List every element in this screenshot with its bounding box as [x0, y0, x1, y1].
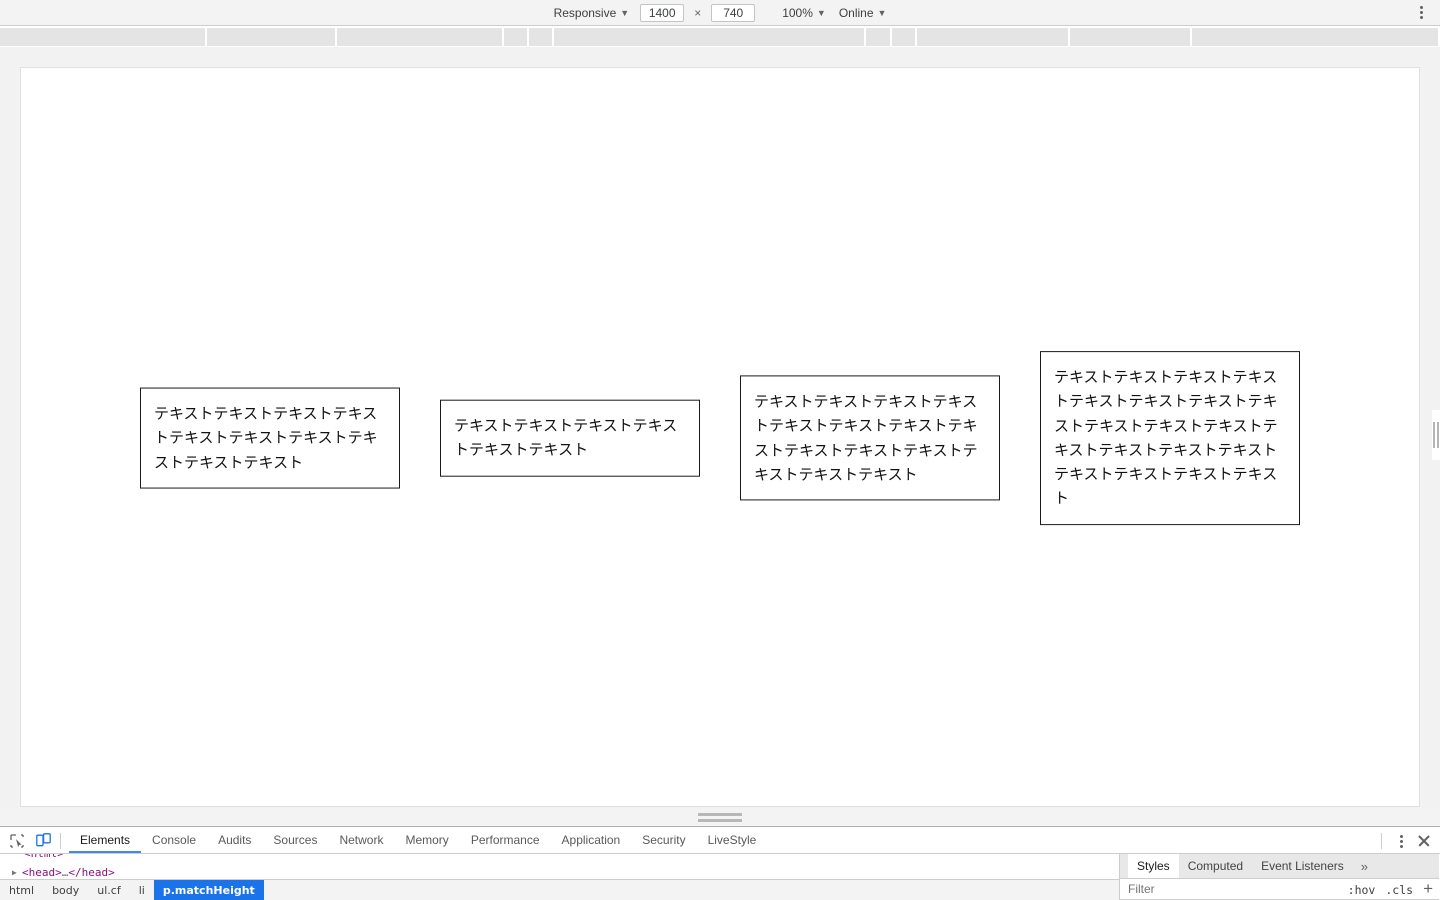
tab-event-listeners[interactable]: Event Listeners — [1252, 854, 1353, 878]
toggle-element-state-button[interactable]: :hov — [1348, 883, 1376, 897]
disclosure-triangle-icon[interactable]: ▶ — [12, 866, 22, 880]
close-icon[interactable] — [1414, 831, 1434, 851]
tab-performance[interactable]: Performance — [460, 828, 551, 853]
device-preset-label: Responsive — [553, 5, 617, 20]
styles-filter-actions: :hov .cls + — [1348, 879, 1433, 900]
breadcrumb-item-li[interactable]: li — [130, 880, 154, 900]
dom-tag-html: <html> — [24, 854, 64, 860]
chevron-down-icon: ▼ — [620, 8, 630, 18]
tab-styles[interactable]: Styles — [1128, 854, 1179, 878]
list-item: テキストテキストテキストテキストテキストテキストテキストテキストテキストテキスト — [140, 387, 400, 489]
ruler-segment[interactable] — [892, 28, 917, 46]
tab-network[interactable]: Network — [328, 828, 394, 853]
devtools-tabbar: Elements Console Audits Sources Network … — [0, 828, 1440, 854]
dom-node-html[interactable]: <html> — [0, 854, 64, 861]
tab-security[interactable]: Security — [631, 828, 696, 853]
breadcrumb-item-p-matchheight[interactable]: p.matchHeight — [153, 880, 264, 900]
ruler-segment[interactable] — [207, 28, 337, 46]
ruler-segment[interactable] — [504, 28, 529, 46]
ruler-segment[interactable] — [0, 28, 207, 46]
devtools-menu-icon[interactable] — [1392, 831, 1410, 851]
styles-sidebar-pane: Styles Computed Event Listeners » :hov .… — [1120, 854, 1439, 900]
throttling-label: Online — [838, 5, 874, 20]
ruler-segment[interactable] — [337, 28, 504, 46]
dom-tag-head-close: </head> — [68, 866, 115, 879]
list-item: テキストテキストテキストテキストテキストテキストテキストテキストテキストテキスト… — [740, 375, 1000, 501]
drag-handle-icon — [698, 813, 742, 822]
match-height-paragraph: テキストテキストテキストテキストテキストテキスト — [440, 399, 700, 477]
viewport-width-input[interactable] — [640, 3, 685, 22]
dimension-separator: × — [694, 5, 702, 20]
ruler-segment[interactable] — [1192, 28, 1438, 46]
styles-filter-bar: :hov .cls + — [1120, 879, 1439, 900]
viewport-height-input[interactable] — [711, 3, 756, 22]
device-preset-dropdown[interactable]: Responsive ▼ — [552, 5, 632, 21]
breadcrumb: html body ul.cf li p.matchHeight — [0, 879, 1119, 900]
match-height-paragraph: テキストテキストテキストテキストテキストテキストテキストテキストテキストテキスト — [140, 387, 400, 489]
device-toolbar-controls: Responsive ▼ × 100% ▼ Online ▼ — [0, 3, 1440, 22]
ruler-segment[interactable] — [529, 28, 554, 46]
match-height-paragraph: テキストテキストテキストテキストテキストテキストテキストテキストテキストテキスト… — [1040, 351, 1300, 525]
tab-console[interactable]: Console — [141, 828, 207, 853]
inspect-element-icon[interactable] — [4, 829, 30, 853]
new-style-rule-button[interactable]: + — [1423, 880, 1433, 897]
toolbar-divider — [1381, 833, 1382, 849]
list-item: テキストテキストテキストテキストテキストテキストテキストテキストテキストテキスト… — [1040, 351, 1300, 525]
rendered-page-frame: テキストテキストテキストテキストテキストテキストテキストテキストテキストテキスト… — [20, 67, 1420, 807]
tab-audits[interactable]: Audits — [207, 828, 262, 853]
styles-sidebar-tabbar: Styles Computed Event Listeners » — [1120, 854, 1439, 879]
ruler-segment[interactable] — [554, 28, 866, 46]
dom-tree-pane[interactable]: <html> ▶<head>…</head> html body ul.cf l… — [0, 854, 1120, 900]
device-toolbar-menu-icon[interactable] — [1413, 5, 1429, 21]
devtools-body: <html> ▶<head>…</head> html body ul.cf l… — [0, 854, 1440, 900]
viewport-resize-handle[interactable] — [1432, 410, 1440, 460]
ruler-segment[interactable] — [866, 28, 892, 46]
tab-memory[interactable]: Memory — [394, 828, 459, 853]
chevron-down-icon: ▼ — [816, 8, 826, 18]
tab-computed[interactable]: Computed — [1179, 854, 1252, 878]
devtools-resize-splitter[interactable] — [0, 809, 1440, 827]
styles-filter-input[interactable] — [1128, 882, 1328, 896]
tab-sources[interactable]: Sources — [262, 828, 328, 853]
element-classes-button[interactable]: .cls — [1385, 883, 1413, 897]
list-item: テキストテキストテキストテキストテキストテキスト — [440, 399, 700, 477]
tab-application[interactable]: Application — [551, 828, 632, 853]
dom-tag-head-open: <head> — [22, 866, 62, 879]
match-height-paragraph: テキストテキストテキストテキストテキストテキストテキストテキストテキストテキスト… — [740, 375, 1000, 501]
chevron-down-icon: ▼ — [877, 8, 887, 18]
zoom-dropdown[interactable]: 100% ▼ — [780, 5, 828, 21]
device-viewport-area: テキストテキストテキストテキストテキストテキストテキストテキストテキストテキスト… — [0, 47, 1440, 809]
ruler-segment[interactable] — [1070, 28, 1192, 46]
more-tabs-icon[interactable]: » — [1353, 854, 1376, 878]
devtools-toolbar-actions — [1381, 828, 1434, 854]
devtools-panel: Elements Console Audits Sources Network … — [0, 828, 1440, 900]
ruler-segment[interactable] — [917, 28, 1070, 46]
device-mode-toolbar: Responsive ▼ × 100% ▼ Online ▼ — [0, 0, 1440, 26]
device-toolbar-toggle-icon[interactable] — [30, 829, 56, 853]
match-height-list: テキストテキストテキストテキストテキストテキストテキストテキストテキストテキスト… — [21, 68, 1419, 806]
tab-livestyle[interactable]: LiveStyle — [697, 828, 768, 853]
tab-elements[interactable]: Elements — [69, 828, 141, 853]
throttling-dropdown[interactable]: Online ▼ — [837, 5, 889, 21]
breadcrumb-item-ul-cf[interactable]: ul.cf — [88, 880, 129, 900]
media-query-ruler[interactable] — [0, 27, 1440, 47]
breadcrumb-item-html[interactable]: html — [0, 880, 43, 900]
breadcrumb-item-body[interactable]: body — [43, 880, 88, 900]
toolbar-divider — [60, 832, 61, 849]
zoom-label: 100% — [782, 5, 813, 20]
